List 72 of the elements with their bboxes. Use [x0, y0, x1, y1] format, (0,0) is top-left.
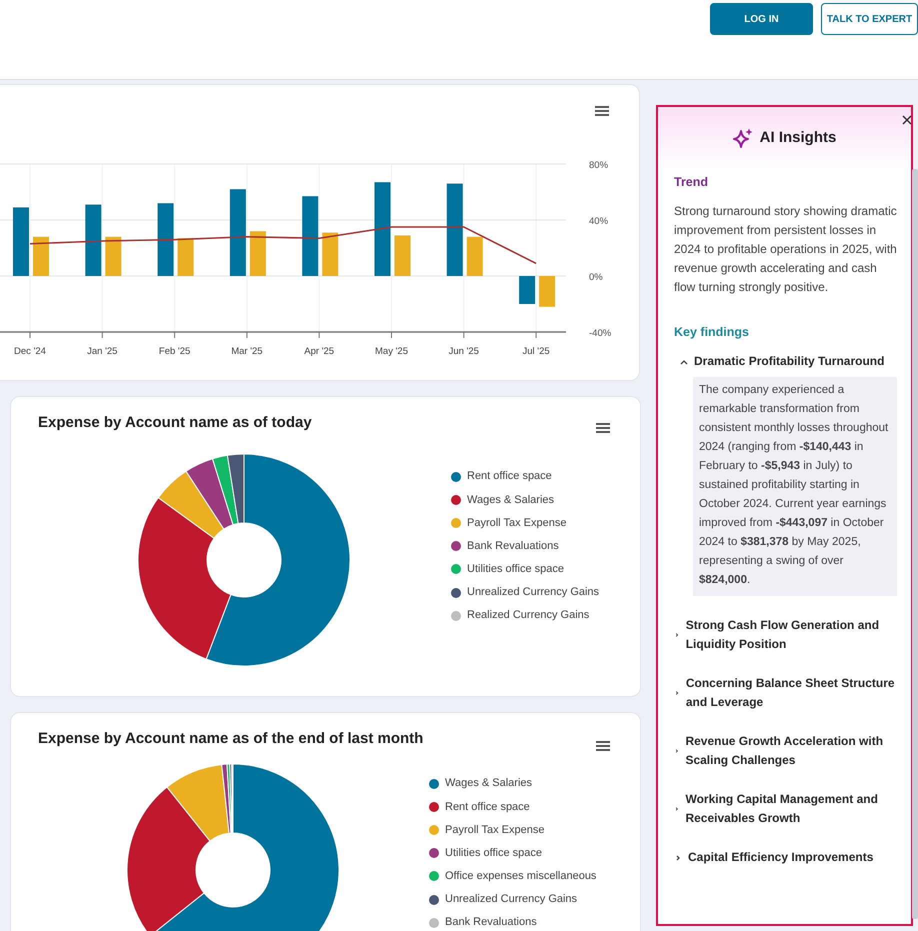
bar	[250, 231, 266, 276]
login-button[interactable]: LOG IN	[710, 3, 813, 35]
sparkle-icon	[732, 128, 753, 148]
axis-category-label: May '25	[375, 346, 408, 357]
menu-icon[interactable]	[596, 741, 610, 752]
finding-toggle[interactable]: Working Capital Management and Receivables Growth	[674, 790, 897, 828]
axis-tick-label: 0%	[589, 272, 603, 283]
legend-item[interactable]: Payroll Tax Expense	[429, 818, 596, 842]
legend-item[interactable]: Bank Revaluations	[429, 911, 596, 931]
axis-category-label: Jun '25	[448, 346, 479, 357]
finding-toggle[interactable]: Concerning Balance Sheet Structure and Leverage	[674, 674, 897, 712]
bar	[539, 276, 556, 307]
finding-toggle[interactable]: Dramatic Profitability Turnaround	[680, 352, 884, 371]
legend-item[interactable]: Payroll Tax Expense	[451, 511, 600, 535]
menu-icon[interactable]	[596, 423, 610, 434]
legend-item[interactable]: Utilities office space	[451, 558, 600, 581]
legend-label: Rent office space	[445, 800, 530, 815]
legend-label: Payroll Tax Expense	[467, 516, 566, 531]
legend-label: Payroll Tax Expense	[445, 822, 544, 838]
axis-tick-label: 40%	[589, 216, 608, 227]
legend-label: Wages & Salaries	[445, 776, 532, 792]
legend-label: Bank Revaluations	[445, 915, 537, 930]
legend-item[interactable]: Unrealized Currency Gains	[429, 888, 596, 912]
axis-category-label: Mar '25	[231, 346, 263, 357]
section-heading: Trend	[674, 175, 710, 190]
axis-category-label: Dec '24	[14, 346, 46, 357]
chart-title: Expense by Account name as of today	[38, 413, 312, 433]
close-button[interactable]	[902, 115, 911, 125]
legend-item[interactable]: Realized Currency Gains	[451, 604, 600, 628]
bar	[85, 204, 102, 276]
scrollbar[interactable]	[912, 169, 918, 919]
legend-label: Utilities office space	[445, 846, 542, 861]
bar	[33, 236, 49, 276]
legend-label: Bank Revaluations	[467, 538, 559, 554]
legend-label: Unrealized Currency Gains	[467, 585, 600, 600]
legend-item[interactable]: Wages & Salaries	[429, 772, 596, 796]
chart-title: Expense by Account name as of the end of last month	[38, 729, 424, 749]
menu-icon[interactable]	[595, 106, 609, 117]
axis-category-label: Feb '25	[158, 346, 190, 357]
finding-toggle[interactable]: Strong Cash Flow Generation and Liquidity Position	[674, 616, 897, 654]
bar	[466, 236, 483, 276]
finding-toggle[interactable]: Revenue Growth Acceleration with Scaling Challenges	[674, 732, 897, 770]
talk-to-expert-button[interactable]: TALK TO EXPERT	[821, 3, 918, 35]
axis-category-label: Jul '25	[522, 346, 550, 357]
axis-tick-label: 80%	[589, 160, 608, 171]
axis-category-label: Apr '25	[304, 346, 334, 357]
legend-label: Rent office space	[467, 469, 552, 484]
finding-text: The company experienced a remarkable transformation from consistent monthly losses throughout 2024 (ranging from -$140,443 in February to -$5,943 in July) to sustained profitability starting in October 2024. Current year earnings improved from -$443,097 in October 2024 to $381,378 by May 2025, representing a swing of over $824,000.	[693, 377, 897, 596]
legend-item[interactable]: Unrealized Currency Gains	[451, 580, 600, 604]
legend-item[interactable]: Rent office space	[451, 465, 600, 488]
bar	[178, 238, 194, 276]
bar	[394, 235, 410, 276]
legend-item[interactable]: Wages & Salaries	[451, 488, 600, 512]
finding-toggle[interactable]: Capital Efficiency Improvements	[674, 848, 874, 867]
bar	[322, 232, 338, 276]
legend-label: Unrealized Currency Gains	[445, 892, 578, 908]
legend-label: Office expenses miscellaneous	[445, 869, 596, 884]
legend-item[interactable]: Office expenses miscellaneous	[429, 864, 596, 888]
legend-label: Wages & Salaries	[467, 492, 554, 508]
bar	[105, 236, 122, 276]
axis-tick-label: -40%	[589, 328, 612, 339]
section-heading: Key findings	[674, 325, 750, 340]
bar	[13, 207, 29, 276]
legend-item[interactable]: Bank Revaluations	[451, 534, 600, 558]
panel-title: AI Insights	[760, 128, 836, 148]
legend-item[interactable]: Rent office space	[429, 795, 596, 818]
axis-category-label: Jan '25	[87, 346, 118, 357]
legend-item[interactable]: Utilities office space	[429, 842, 596, 865]
trend-text: Strong turnaround story showing dramatic improvement from persistent losses in 2024 to profitable operations in 2025, with revenue growth accelerating and cash flow turning strongly positive.	[674, 203, 897, 296]
bar	[519, 276, 536, 304]
legend-label: Utilities office space	[467, 562, 564, 578]
legend-label: Realized Currency Gains	[467, 608, 590, 624]
